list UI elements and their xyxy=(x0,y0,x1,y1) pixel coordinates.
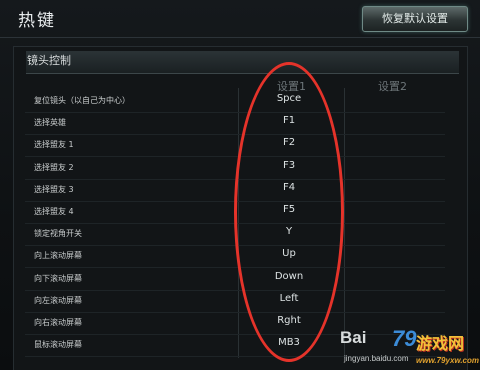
hotkey-binding-setting2[interactable] xyxy=(345,204,445,220)
hotkey-row: 锁定视角开关 Y xyxy=(25,223,445,247)
hotkey-action-label: 向左滚动屏幕 xyxy=(34,295,82,305)
hotkey-binding-setting2[interactable] xyxy=(345,160,445,176)
hotkey-binding-setting2[interactable] xyxy=(345,93,445,109)
hotkey-action-label: 向下滚动屏幕 xyxy=(34,273,82,283)
hotkey-row: 选择盟友 4 F5 xyxy=(25,201,445,224)
restore-defaults-button[interactable]: 恢复默认设置 xyxy=(362,6,468,32)
hotkey-binding-setting2[interactable] xyxy=(345,226,445,242)
hotkey-binding-setting1[interactable]: Down xyxy=(239,271,339,282)
hotkey-action-label: 向上滚动屏幕 xyxy=(34,251,82,261)
page-title: 热键 xyxy=(18,11,56,31)
hotkey-binding-setting2[interactable] xyxy=(345,115,445,131)
hotkey-binding-setting2[interactable] xyxy=(345,182,445,198)
hotkey-action-label: 复位镜头（以自己为中心） xyxy=(34,96,130,105)
hotkey-binding-setting2[interactable] xyxy=(345,293,445,309)
hotkey-row: 向上滚动屏幕 Up xyxy=(25,245,445,269)
hotkey-binding-setting1[interactable]: F5 xyxy=(239,204,339,215)
hotkey-action-label: 选择盟友 1 xyxy=(34,140,74,150)
hotkey-binding-setting1[interactable]: Spce xyxy=(239,93,339,104)
header-divider xyxy=(0,37,480,38)
site-name-watermark: 游戏网 xyxy=(416,334,465,353)
hotkey-action-label: 选择盟友 2 xyxy=(34,162,74,172)
hotkey-row: 选择盟友 2 F3 xyxy=(25,157,445,180)
hotkey-settings-window: 热键 恢复默认设置 镜头控制 设置1 设置2 复位镜头（以自己为中心） Spce 选… xyxy=(0,0,480,370)
hotkey-row: 选择英雄 F1 xyxy=(25,112,445,136)
section-header-bar xyxy=(26,51,459,74)
hotkey-row: 向左滚动屏幕 Left xyxy=(25,290,445,313)
hotkey-action-label: 向右滚动屏幕 xyxy=(34,318,82,327)
hotkey-binding-setting1[interactable]: F1 xyxy=(239,115,339,126)
hotkey-action-label: 鼠标滚动屏幕 xyxy=(34,340,82,350)
hotkey-row: 向下滚动屏幕 Down xyxy=(25,268,445,291)
hotkey-row: 复位镜头（以自己为中心） Spce xyxy=(25,90,445,113)
hotkey-binding-setting1[interactable]: F3 xyxy=(239,160,339,171)
hotkey-action-label: 锁定视角开关 xyxy=(34,229,82,239)
hotkey-binding-setting2[interactable] xyxy=(345,271,445,287)
hotkey-binding-setting1[interactable]: Left xyxy=(239,293,339,304)
hotkey-action-label: 选择盟友 4 xyxy=(34,207,74,216)
hotkey-binding-setting1[interactable]: Y xyxy=(239,226,339,237)
hotkey-binding-setting1[interactable]: Up xyxy=(239,248,339,259)
hotkey-binding-setting2[interactable] xyxy=(345,248,445,264)
baidu-watermark: Bai xyxy=(340,328,367,347)
hotkey-binding-setting1[interactable]: Rght xyxy=(239,315,339,326)
hotkey-action-label: 选择英雄 xyxy=(34,118,66,128)
hotkey-action-label: 选择盟友 3 xyxy=(34,184,74,194)
hotkey-row: 选择盟友 1 F2 xyxy=(25,134,445,158)
hotkey-binding-setting2[interactable] xyxy=(345,137,445,153)
site-url-watermark: www.79yxw.com xyxy=(416,356,479,365)
section-title: 镜头控制 xyxy=(27,54,71,67)
site-logo: 79 xyxy=(392,326,417,351)
watermark: Bai jingyan.baidu.com 79 游戏网 www.79yxw.c… xyxy=(340,322,480,370)
hotkey-binding-setting1[interactable]: F4 xyxy=(239,182,339,193)
hotkey-row: 选择盟友 3 F4 xyxy=(25,179,445,202)
hotkey-binding-setting1[interactable]: F2 xyxy=(239,137,339,148)
hotkey-binding-setting1[interactable]: MB3 xyxy=(239,337,339,348)
baidu-url-watermark: jingyan.baidu.com xyxy=(344,354,409,363)
